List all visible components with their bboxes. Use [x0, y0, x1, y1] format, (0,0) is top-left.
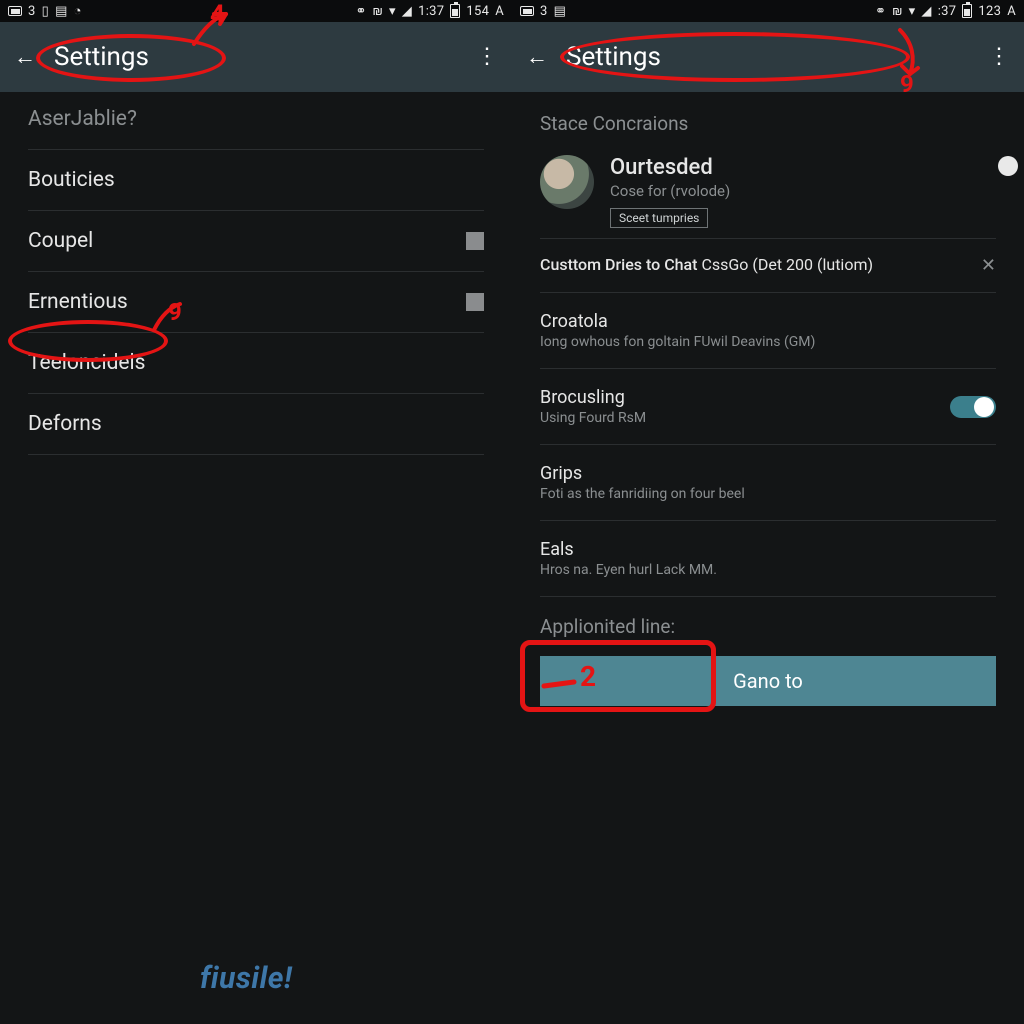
back-button[interactable]: ← [520, 40, 554, 74]
checkbox-icon[interactable] [466, 232, 484, 250]
app-header: ← Settings ⋮ [512, 22, 1024, 92]
wifi-icon: ▾ [909, 4, 916, 19]
sim-icon [8, 6, 22, 16]
sd-icon: ▤ [55, 4, 68, 19]
profile-row[interactable]: Ourtesded Cose for (rvolode) Sceet tumpr… [540, 141, 996, 239]
wifi-icon: ▾ [389, 4, 396, 19]
item-label: Deforns [28, 412, 102, 436]
nfc-icon: ₪ [373, 4, 383, 19]
sim-icon [520, 6, 534, 16]
item-sub: Foti as the fanridiing on four beel [540, 486, 745, 502]
list-item[interactable]: Coupel [28, 211, 484, 272]
profile-name: Ourtesded [610, 155, 996, 180]
item-label: Coupel [28, 229, 93, 253]
status-bar: 3 ▤ ⚭ ₪ ▾ ◢ :37 123 A [512, 0, 1024, 22]
back-arrow-icon: ← [526, 44, 548, 70]
section-header: Applionited line: [540, 597, 996, 646]
list-item[interactable]: Croatola Iong owhous fon goltain FUwil D… [540, 293, 996, 369]
list-item[interactable]: Bouticies [28, 150, 484, 211]
status-time: :37 [938, 4, 957, 19]
status-left-text: 3 [28, 4, 36, 19]
toggle-switch[interactable] [950, 396, 996, 418]
app-header: ← Settings ⋮ [0, 22, 512, 92]
battery-icon [962, 4, 972, 18]
right-screenshot: 3 ▤ ⚭ ₪ ▾ ◢ :37 123 A ← Settings ⋮ Stace… [512, 0, 1024, 1024]
list-item[interactable]: Brocusling Using Fourd RsM [540, 369, 996, 445]
avatar [540, 155, 594, 209]
item-sub: Hros na. Eyen hurl Lack MM. [540, 562, 717, 578]
item-sub: Iong owhous fon goltain FUwil Deavins (G… [540, 334, 815, 350]
nfc-icon: ₪ [892, 4, 902, 19]
overflow-menu-button[interactable]: ⋮ [470, 46, 504, 68]
signal-icon: ◢ [921, 4, 931, 19]
status-bar: 3 ▯ ▤ ◔ ⚭ ₪ ▾ ◢ 1:37 154 A [0, 0, 512, 22]
back-arrow-icon: ← [14, 44, 36, 70]
item-title: Grips [540, 463, 745, 484]
list-item[interactable]: AserJablie? [28, 92, 484, 150]
watermark: fiusile! [200, 961, 292, 996]
status-ampm: A [495, 4, 504, 19]
item-sub: Using Fourd RsM [540, 410, 646, 426]
device-icon: ▯ [42, 4, 49, 19]
page-title: Settings [54, 42, 470, 72]
status-time: 1:37 [418, 4, 444, 19]
list-item[interactable]: Deforns [28, 394, 484, 455]
battery-icon [450, 4, 460, 18]
sd-icon: ▤ [554, 4, 567, 19]
settings-list: AserJablie? Bouticies Coupel Ernentious … [0, 92, 512, 455]
checkbox-icon[interactable] [466, 293, 484, 311]
close-icon[interactable]: ✕ [981, 255, 996, 276]
item-label: AserJablie? [28, 107, 137, 131]
status-batt: 123 [978, 4, 1001, 19]
gano-to-button[interactable]: Gano to [540, 656, 996, 706]
item-title: Brocusling [540, 387, 646, 408]
back-button[interactable]: ← [8, 40, 42, 74]
item-title: Eals [540, 539, 717, 560]
page-title: Settings [566, 42, 982, 72]
item-label: Bouticies [28, 168, 115, 192]
left-screenshot: 3 ▯ ▤ ◔ ⚭ ₪ ▾ ◢ 1:37 154 A ← Settings ⋮ [0, 0, 512, 1024]
item-title: Custtom Dries to Chat [540, 255, 698, 274]
bluetooth-icon: ⚭ [875, 4, 886, 19]
list-item[interactable]: Ernentious [28, 272, 484, 333]
item-sub: CssGo (Det 200 (lutiom) [701, 255, 873, 274]
signal-icon: ◢ [402, 4, 412, 19]
item-label: Ernentious [28, 290, 128, 314]
list-item[interactable]: Grips Foti as the fanridiing on four bee… [540, 445, 996, 521]
profile-chip[interactable]: Sceet tumpries [610, 208, 708, 228]
section-header: Stace Concraions [540, 92, 996, 141]
profile-sub: Cose for (rvolode) [610, 182, 996, 200]
status-ampm: A [1007, 4, 1016, 19]
bluetooth-icon: ⚭ [355, 4, 366, 19]
status-left-text: 3 [540, 4, 548, 19]
list-item[interactable]: Eals Hros na. Eyen hurl Lack MM. [540, 521, 996, 597]
list-item[interactable]: Custtom Dries to Chat CssGo (Det 200 (lu… [540, 239, 996, 293]
button-label: Gano to [733, 669, 803, 693]
item-title: Croatola [540, 311, 815, 332]
overflow-menu-button[interactable]: ⋮ [982, 46, 1016, 68]
list-item[interactable]: Teeloncidels [28, 333, 484, 394]
settings-list: Stace Concraions Ourtesded Cose for (rvo… [512, 92, 1024, 706]
clock-icon: ◔ [74, 3, 82, 19]
status-batt: 154 [466, 4, 489, 19]
item-label: Teeloncidels [28, 351, 146, 375]
